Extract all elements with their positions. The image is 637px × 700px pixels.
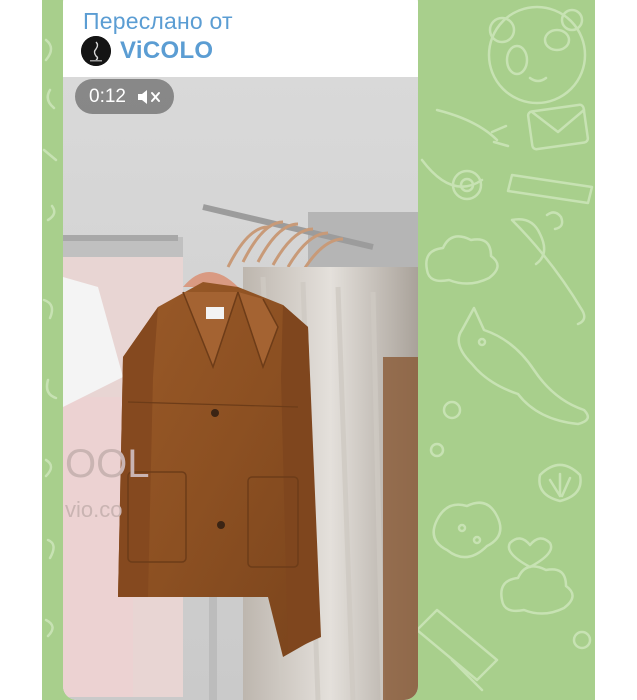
video-duration-badge[interactable]: 0:12 bbox=[75, 79, 174, 114]
svg-text:vio.co: vio.co bbox=[65, 497, 122, 522]
video-duration: 0:12 bbox=[89, 85, 126, 107]
forwarded-label: Переслано от bbox=[83, 8, 233, 34]
speaker-muted-icon[interactable] bbox=[136, 87, 162, 107]
video-player[interactable]: OOL vio.co 0:12 bbox=[63, 77, 418, 700]
avatar-logo-icon bbox=[81, 36, 111, 66]
forwarded-from[interactable]: ViCOLO bbox=[81, 36, 213, 66]
message-bubble[interactable]: Переслано от ViCOLO OOL vio.co 0:12 bbox=[63, 0, 418, 700]
channel-name[interactable]: ViCOLO bbox=[120, 37, 213, 65]
svg-text:OOL: OOL bbox=[65, 442, 149, 486]
video-frame: OOL vio.co bbox=[63, 77, 418, 700]
channel-avatar[interactable] bbox=[81, 36, 111, 66]
